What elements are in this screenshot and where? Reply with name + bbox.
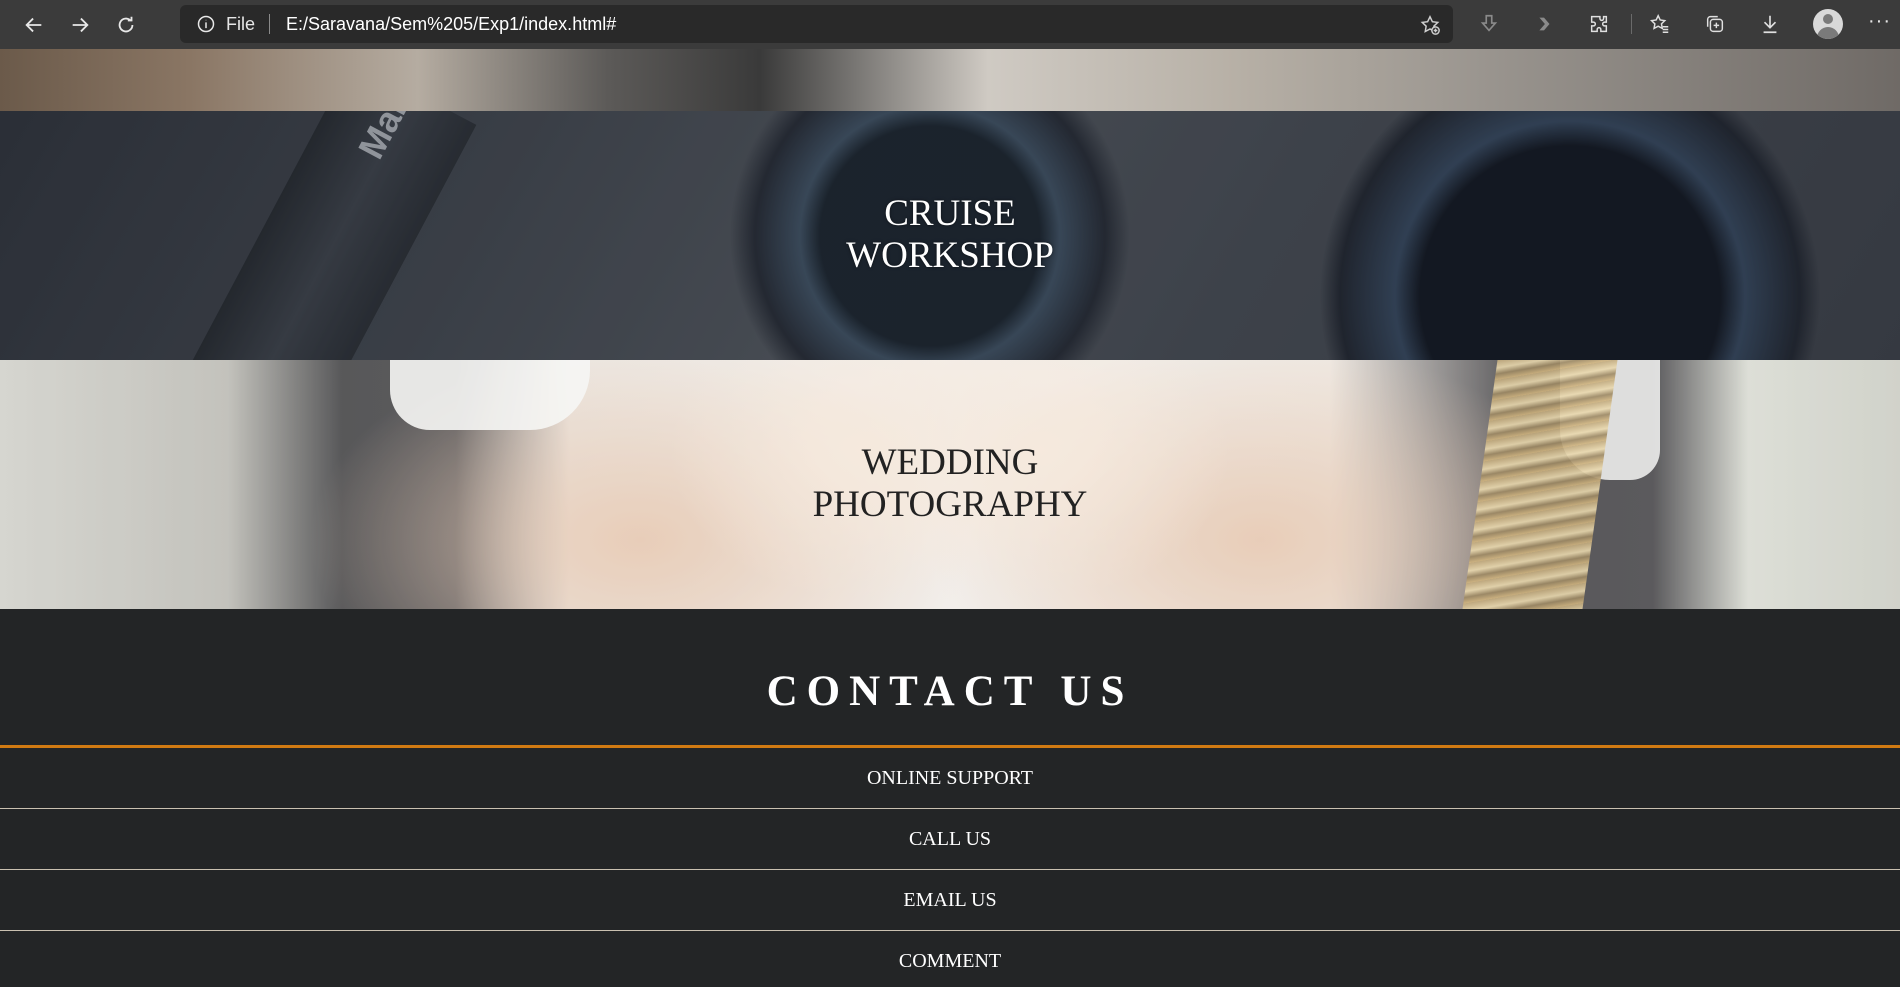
downloads-button[interactable] — [1755, 9, 1785, 39]
cruise-title-line2: WORKSHOP — [846, 235, 1054, 276]
protocol-label: File — [226, 13, 256, 34]
forward-icon — [72, 17, 89, 32]
toolbar-divider — [1631, 14, 1632, 34]
cruise-title-line1: CRUISE — [884, 193, 1016, 234]
address-bar[interactable]: File E:/Saravana/Sem%205/Exp1/index.html… — [180, 5, 1453, 43]
wedding-photography-banner[interactable]: WEDDING PHOTOGRAPHY — [0, 360, 1900, 609]
extensions-icon — [1590, 15, 1608, 33]
hero-image-strip — [0, 49, 1900, 111]
wedding-title-line1: WEDDING — [861, 442, 1039, 483]
contact-item-call-us[interactable]: CALL US — [0, 809, 1900, 869]
refresh-button[interactable] — [106, 5, 146, 45]
cruise-workshop-banner[interactable]: Manfro CRUISE WORKSHOP — [0, 111, 1900, 360]
downloads-icon — [1763, 15, 1777, 34]
collections-icon — [1706, 15, 1724, 33]
collections-button[interactable] — [1700, 9, 1730, 39]
cruise-workshop-title: CRUISE WORKSHOP — [0, 193, 1900, 277]
favorites-button[interactable] — [1645, 9, 1675, 39]
info-icon[interactable] — [196, 14, 216, 34]
contact-item-online-support[interactable]: ONLINE SUPPORT — [0, 748, 1900, 808]
address-divider — [269, 14, 271, 34]
favorite-add-icon[interactable] — [1419, 14, 1441, 36]
extensions-button[interactable] — [1584, 9, 1614, 39]
forward-button[interactable] — [60, 5, 100, 45]
contact-section: CONTACT US ONLINE SUPPORT CALL US EMAIL … — [0, 609, 1900, 987]
back-button[interactable] — [14, 5, 54, 45]
page-content: Manfro CRUISE WORKSHOP WEDDING PHOTOGRAP… — [0, 49, 1900, 987]
browser-toolbar: File E:/Saravana/Sem%205/Exp1/index.html… — [0, 0, 1900, 49]
wedding-title-line2: PHOTOGRAPHY — [812, 484, 1088, 525]
chevron-right-button[interactable] — [1529, 9, 1559, 39]
back-icon — [25, 17, 42, 32]
profile-icon[interactable] — [1813, 9, 1843, 39]
download-arrow-icon — [1480, 14, 1498, 32]
contact-item-comment[interactable]: COMMENT — [0, 931, 1900, 987]
download-arrow-button[interactable] — [1474, 9, 1504, 39]
more-icon[interactable]: ··· — [1868, 10, 1891, 33]
wedding-photography-title: WEDDING PHOTOGRAPHY — [0, 442, 1900, 526]
profile-body — [1817, 27, 1839, 39]
favorites-icon — [1649, 14, 1669, 33]
contact-heading: CONTACT US — [766, 668, 1134, 715]
profile-head — [1823, 14, 1833, 24]
contact-item-email-us[interactable]: EMAIL US — [0, 870, 1900, 930]
chevron-right-icon — [1539, 17, 1550, 31]
url-text[interactable]: E:/Saravana/Sem%205/Exp1/index.html# — [286, 14, 616, 35]
refresh-icon — [118, 16, 134, 32]
